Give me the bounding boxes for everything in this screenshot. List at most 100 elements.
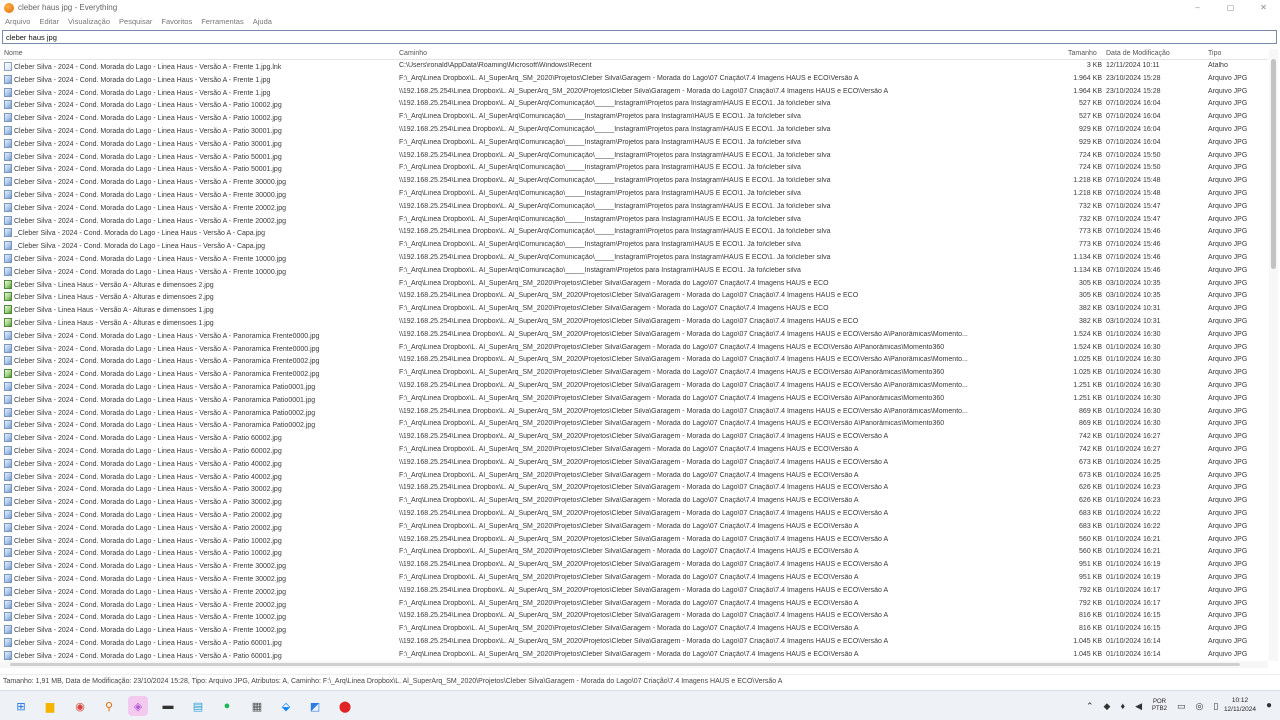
result-row[interactable]: Cleber Silva - 2024 - Cond. Morada do La…	[0, 509, 1268, 522]
result-row[interactable]: Cleber Silva - 2024 - Cond. Morada do La…	[0, 419, 1268, 432]
result-row[interactable]: Cleber Silva - Linea Haus - Versão A - A…	[0, 317, 1268, 330]
scanner-app-icon[interactable]: ▦	[247, 696, 267, 716]
result-row[interactable]: Cleber Silva - 2024 - Cond. Morada do La…	[0, 151, 1268, 164]
spotify-icon[interactable]: ●	[217, 696, 237, 716]
result-row[interactable]: Cleber Silva - 2024 - Cond. Morada do La…	[0, 99, 1268, 112]
result-row[interactable]: Cleber Silva - 2024 - Cond. Morada do La…	[0, 599, 1268, 612]
result-row[interactable]: Cleber Silva - 2024 - Cond. Morada do La…	[0, 471, 1268, 484]
result-row[interactable]: Cleber Silva - 2024 - Cond. Morada do La…	[0, 125, 1268, 138]
result-row[interactable]: Cleber Silva - 2024 - Cond. Morada do La…	[0, 355, 1268, 368]
result-row[interactable]: Cleber Silva - 2024 - Cond. Morada do La…	[0, 215, 1268, 228]
column-header-path[interactable]: Caminho	[399, 50, 427, 57]
result-row[interactable]: Cleber Silva - 2024 - Cond. Morada do La…	[0, 368, 1268, 381]
result-row[interactable]: Cleber Silva - 2024 - Cond. Morada do La…	[0, 611, 1268, 624]
result-row[interactable]: Cleber Silva - 2024 - Cond. Morada do La…	[0, 163, 1268, 176]
dropbox-tray-icon[interactable]: ◆	[1104, 701, 1111, 712]
menu-pesquisar[interactable]: Pesquisar	[119, 17, 152, 26]
result-row[interactable]: Cleber Silva - 2024 - Cond. Morada do La…	[0, 61, 1268, 74]
result-row[interactable]: Cleber Silva - 2024 - Cond. Morada do La…	[0, 381, 1268, 394]
menu-ferramentas[interactable]: Ferramentas	[201, 17, 244, 26]
result-row[interactable]: Cleber Silva - 2024 - Cond. Morada do La…	[0, 637, 1268, 650]
result-row[interactable]: Cleber Silva - Linea Haus - Versão A - A…	[0, 291, 1268, 304]
result-row[interactable]: Cleber Silva - Linea Haus - Versão A - A…	[0, 304, 1268, 317]
result-row[interactable]: Cleber Silva - 2024 - Cond. Morada do La…	[0, 650, 1268, 661]
menu-arquivo[interactable]: Arquivo	[5, 17, 30, 26]
photos-app-icon[interactable]: ◩	[305, 696, 325, 716]
menu-visualizacao[interactable]: Visualização	[68, 17, 110, 26]
microphone-tray-icon[interactable]: ♦	[1120, 701, 1125, 711]
maximize-button[interactable]: ▢	[1214, 0, 1247, 15]
result-row[interactable]: Cleber Silva - 2024 - Cond. Morada do La…	[0, 496, 1268, 509]
result-row[interactable]: Cleber Silva - 2024 - Cond. Morada do La…	[0, 189, 1268, 202]
close-button[interactable]: ✕	[1247, 0, 1280, 15]
image-file-icon	[4, 497, 12, 507]
notepad-icon[interactable]: ▤	[188, 696, 208, 716]
result-row[interactable]: Cleber Silva - 2024 - Cond. Morada do La…	[0, 343, 1268, 356]
result-row[interactable]: Cleber Silva - 2024 - Cond. Morada do La…	[0, 138, 1268, 151]
result-row[interactable]: Cleber Silva - 2024 - Cond. Morada do La…	[0, 458, 1268, 471]
result-name: Cleber Silva - 2024 - Cond. Morada do La…	[4, 510, 394, 519]
result-row[interactable]: Cleber Silva - 2024 - Cond. Morada do La…	[0, 483, 1268, 496]
volume-tray-icon[interactable]: ◎	[1196, 701, 1204, 712]
start-icon[interactable]: ⊞	[11, 696, 31, 716]
result-row[interactable]: Cleber Silva - 2024 - Cond. Morada do La…	[0, 330, 1268, 343]
result-date: 01/10/2024 16:23	[1106, 484, 1161, 492]
vertical-scrollbar[interactable]	[1269, 49, 1278, 661]
tray-overflow-chevron-icon[interactable]: ⌃	[1086, 701, 1094, 712]
result-row[interactable]: Cleber Silva - 2024 - Cond. Morada do La…	[0, 624, 1268, 637]
results-list: Cleber Silva - 2024 - Cond. Morada do La…	[0, 61, 1268, 661]
result-row[interactable]: Cleber Silva - 2024 - Cond. Morada do La…	[0, 445, 1268, 458]
result-row[interactable]: Cleber Silva - 2024 - Cond. Morada do La…	[0, 394, 1268, 407]
result-size: 1.524 KB	[1073, 330, 1102, 338]
image-file-icon	[4, 113, 12, 123]
maps-app-icon[interactable]: ⬙	[276, 696, 296, 716]
horizontal-scrollbar-thumb[interactable]	[10, 663, 1240, 666]
result-row[interactable]: Cleber Silva - 2024 - Cond. Morada do La…	[0, 112, 1268, 125]
menu-favoritos[interactable]: Favoritos	[161, 17, 192, 26]
result-type: Arquivo JPG	[1208, 471, 1248, 479]
column-header-date[interactable]: Data de Modificação	[1106, 50, 1170, 57]
paint-app-icon[interactable]: ◈	[128, 696, 148, 716]
media-app-icon[interactable]: ⬤	[335, 696, 355, 716]
result-row[interactable]: Cleber Silva - 2024 - Cond. Morada do La…	[0, 560, 1268, 573]
clock[interactable]: 10:12 12/11/2024	[1224, 696, 1256, 714]
result-row[interactable]: _Cleber Silva - 2024 - Cond. Morada do L…	[0, 227, 1268, 240]
input-language-indicator[interactable]: POR PTB2	[1152, 699, 1167, 713]
horizontal-scrollbar[interactable]	[0, 661, 1268, 668]
result-row[interactable]: Cleber Silva - 2024 - Cond. Morada do La…	[0, 176, 1268, 189]
result-row[interactable]: Cleber Silva - 2024 - Cond. Morada do La…	[0, 253, 1268, 266]
network-tray-icon[interactable]: ▭	[1177, 701, 1186, 712]
result-row[interactable]: Cleber Silva - 2024 - Cond. Morada do La…	[0, 74, 1268, 87]
result-row[interactable]: Cleber Silva - 2024 - Cond. Morada do La…	[0, 586, 1268, 599]
result-row[interactable]: Cleber Silva - Linea Haus - Versão A - A…	[0, 279, 1268, 292]
result-row[interactable]: Cleber Silva - 2024 - Cond. Morada do La…	[0, 202, 1268, 215]
result-name-text: Cleber Silva - 2024 - Cond. Morada do La…	[14, 537, 282, 545]
column-header-name[interactable]: Nome	[4, 50, 23, 57]
result-row[interactable]: Cleber Silva - 2024 - Cond. Morada do La…	[0, 87, 1268, 100]
result-size: 1.134 KB	[1073, 266, 1102, 274]
result-row[interactable]: Cleber Silva - 2024 - Cond. Morada do La…	[0, 547, 1268, 560]
vertical-scrollbar-thumb[interactable]	[1271, 59, 1276, 269]
result-row[interactable]: Cleber Silva - 2024 - Cond. Morada do La…	[0, 535, 1268, 548]
result-row[interactable]: Cleber Silva - 2024 - Cond. Morada do La…	[0, 266, 1268, 279]
terminal-icon[interactable]: ▬	[158, 696, 178, 716]
minimize-button[interactable]: –	[1181, 0, 1214, 15]
result-row[interactable]: Cleber Silva - 2024 - Cond. Morada do La…	[0, 573, 1268, 586]
speaker-tray-icon[interactable]: ◀	[1135, 701, 1142, 712]
result-size: 742 KB	[1079, 446, 1102, 453]
result-row[interactable]: Cleber Silva - 2024 - Cond. Morada do La…	[0, 407, 1268, 420]
result-row[interactable]: Cleber Silva - 2024 - Cond. Morada do La…	[0, 432, 1268, 445]
chrome-icon[interactable]: ◉	[70, 696, 90, 716]
menu-editar[interactable]: Editar	[39, 17, 59, 26]
result-row[interactable]: Cleber Silva - 2024 - Cond. Morada do La…	[0, 522, 1268, 535]
column-header-size[interactable]: Tamanho	[1068, 50, 1097, 57]
battery-tray-icon[interactable]: ▯	[1213, 701, 1218, 712]
search-input[interactable]	[3, 31, 1276, 43]
notification-bell-icon[interactable]: ●	[1266, 700, 1272, 711]
file-explorer-icon[interactable]: ▆	[40, 696, 60, 716]
window-title: cleber haus jpg - Everything	[18, 3, 118, 12]
column-header-type[interactable]: Tipo	[1208, 50, 1221, 57]
result-row[interactable]: _Cleber Silva - 2024 - Cond. Morada do L…	[0, 240, 1268, 253]
menu-ajuda[interactable]: Ajuda	[253, 17, 272, 26]
everything-icon[interactable]: ⚲	[99, 696, 119, 716]
